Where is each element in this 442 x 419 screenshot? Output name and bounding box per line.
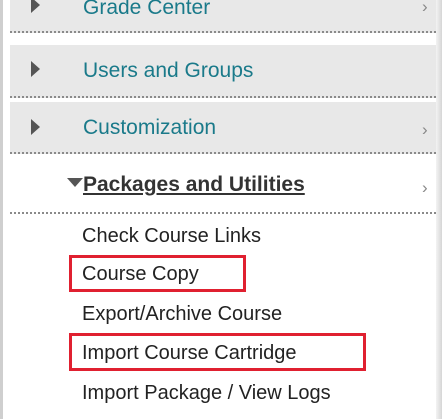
menu-item-label: Customization [83, 116, 217, 139]
submenu-item-export-archive-course[interactable]: Export/Archive Course [82, 302, 282, 326]
menu-item-customization[interactable]: Customization › [10, 102, 436, 154]
triangle-right-icon [31, 119, 40, 135]
course-management-panel: Grade Center › Users and Groups Customiz… [0, 0, 442, 419]
panel-left-border [0, 0, 3, 419]
triangle-right-icon [31, 61, 40, 77]
submenu-item-check-course-links[interactable]: Check Course Links [82, 224, 261, 248]
menu-item-label: Users and Groups [83, 59, 254, 82]
menu-item-label: Grade Center [83, 0, 211, 19]
submenu-item-import-package-view-logs[interactable]: Import Package / View Logs [82, 381, 331, 405]
menu-item-label: Packages and Utilities [83, 173, 305, 196]
chevron-right-icon: › [422, 120, 428, 139]
triangle-down-icon [67, 178, 83, 187]
menu-item-grade-center[interactable]: Grade Center › [10, 0, 436, 33]
chevron-right-icon: › [422, 178, 428, 197]
chevron-right-icon: › [422, 0, 428, 16]
triangle-right-icon [31, 0, 40, 13]
menu-item-packages-and-utilities[interactable]: Packages and Utilities › [10, 158, 436, 214]
submenu-item-import-course-cartridge[interactable]: Import Course Cartridge [82, 341, 297, 365]
panel-right-edge [436, 0, 442, 419]
submenu-item-course-copy[interactable]: Course Copy [82, 262, 199, 286]
menu-item-users-and-groups[interactable]: Users and Groups [10, 45, 436, 98]
